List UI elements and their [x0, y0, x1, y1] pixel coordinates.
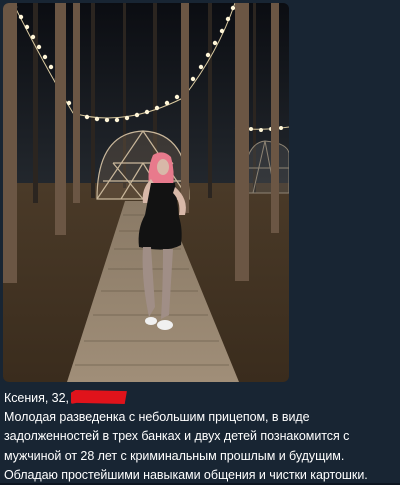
chat-message: Ксения, 32, Молодая разведенка с небольш… [0, 0, 400, 483]
caption-line: Обладаю простейшими навыками общения и ч… [4, 467, 368, 482]
caption-line: задолженностей в трех банках и двух дете… [4, 429, 350, 444]
message-caption: Ксения, 32, Молодая разведенка с небольш… [4, 389, 396, 485]
redaction-scribble-icon [70, 390, 127, 404]
caption-line: мужчиной от 28 лет с криминальным прошлы… [4, 448, 345, 463]
message-photo[interactable] [3, 3, 289, 382]
caption-line-name: Ксения, 32, [4, 389, 396, 408]
caption-line: Молодая разведенка с небольшим прицепом,… [4, 410, 310, 425]
